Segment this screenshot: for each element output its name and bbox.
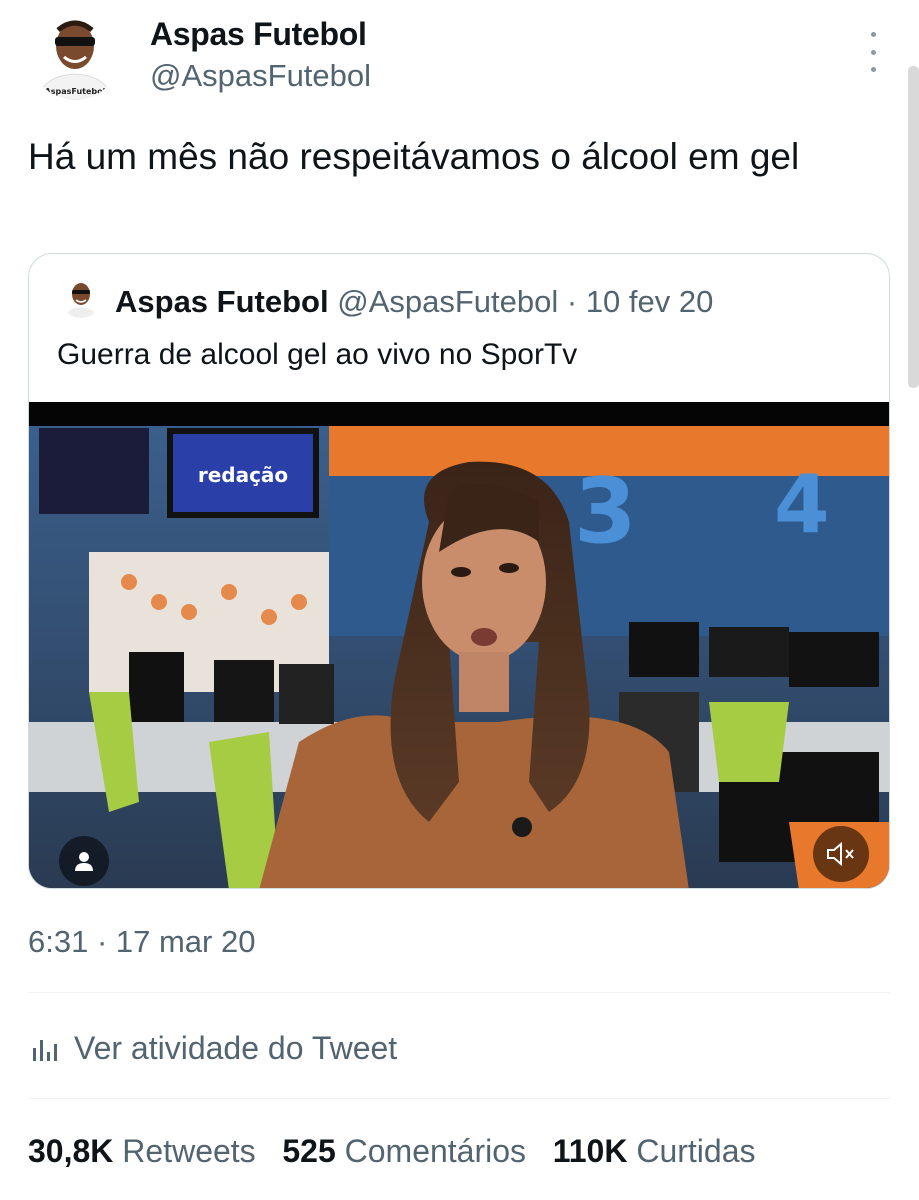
comments-stat[interactable]: 525 Comentários <box>282 1133 526 1169</box>
comments-label: Comentários <box>344 1133 527 1169</box>
svg-text:3: 3 <box>574 459 637 564</box>
engagement-stats: 30,8K Retweets 525 Comentários 110K Curt… <box>28 1133 755 1170</box>
tweet-activity-link[interactable]: Ver atividade do Tweet <box>30 1030 397 1067</box>
more-vertical-icon[interactable] <box>858 32 888 72</box>
likes-label: Curtidas <box>636 1133 756 1169</box>
quoted-tweet-card[interactable]: Aspas Futebol @AspasFutebol · 10 fev 20 … <box>28 253 890 889</box>
divider <box>28 992 890 993</box>
quoted-separator: · <box>558 284 586 319</box>
comments-count: 525 <box>282 1133 336 1169</box>
activity-label: Ver atividade do Tweet <box>74 1030 398 1066</box>
quoted-tweet-text: Guerra de alcool gel ao vivo no SporTv <box>57 338 578 371</box>
video-player[interactable]: 3 4 redação <box>29 402 889 888</box>
quoted-date: 10 fev 20 <box>585 284 714 319</box>
avatar-logo-text: AspasFutebol <box>45 87 106 96</box>
studio-sign: redação <box>198 463 288 487</box>
volume-muted-icon[interactable] <box>813 826 869 882</box>
video-frame: 3 4 redação <box>29 402 889 888</box>
likes-count: 110K <box>552 1133 628 1169</box>
author-handle[interactable]: @AspasFutebol <box>150 58 371 94</box>
quoted-author-name: Aspas Futebol <box>115 284 329 319</box>
scrollbar[interactable] <box>908 66 919 388</box>
retweets-label: Retweets <box>122 1133 256 1169</box>
bar-chart-icon <box>33 1039 57 1061</box>
retweets-stat[interactable]: 30,8K Retweets <box>28 1133 256 1169</box>
user-icon[interactable] <box>59 836 109 886</box>
author-name[interactable]: Aspas Futebol <box>150 16 367 53</box>
author-avatar[interactable]: AspasFutebol <box>30 10 120 100</box>
quoted-author-handle: @AspasFutebol <box>337 284 559 319</box>
quoted-header: Aspas Futebol @AspasFutebol · 10 fev 20 <box>115 284 713 320</box>
tweet-timestamp[interactable]: 6:31 · 17 mar 20 <box>28 924 255 960</box>
quoted-author-avatar <box>61 278 101 318</box>
divider <box>28 1098 890 1099</box>
retweets-count: 30,8K <box>28 1133 114 1169</box>
tweet-text: Há um mês não respeitávamos o álcool em … <box>28 136 800 177</box>
svg-text:4: 4 <box>774 458 830 551</box>
likes-stat[interactable]: 110K Curtidas <box>553 1133 756 1169</box>
